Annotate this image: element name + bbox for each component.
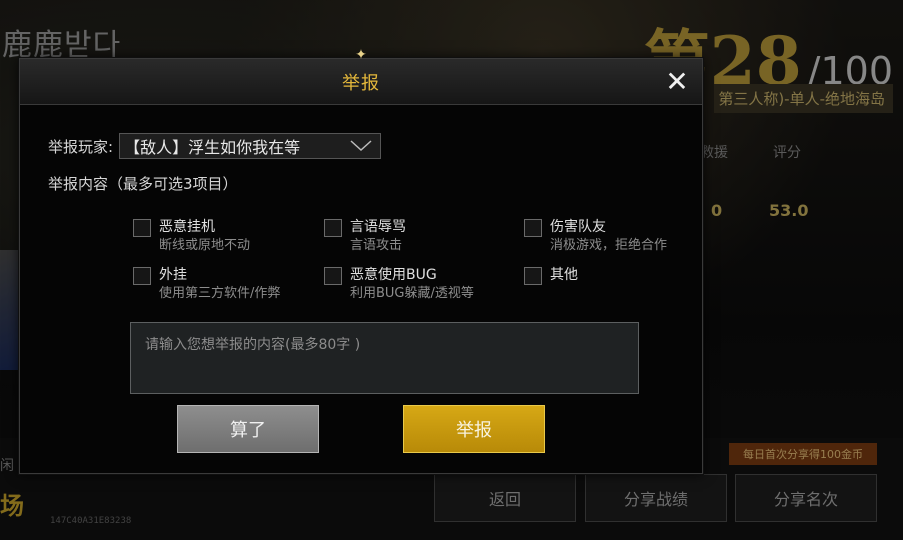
option-verbal-abuse[interactable]: 言语辱骂 言语攻击 — [324, 218, 406, 256]
player-label: 举报玩家: — [48, 137, 114, 156]
option-afk[interactable]: 恶意挂机 断线或原地不动 — [133, 218, 250, 256]
option-other[interactable]: 其他 — [524, 266, 578, 285]
player-select[interactable]: 【敌人】浮生如你我在等 — [119, 133, 382, 159]
option-title: 言语辱骂 — [350, 219, 406, 235]
option-subtitle: 利用BUG躲藏/透视等 — [350, 286, 474, 301]
report-dialog: ✦ 举报 ✕ 举报玩家: 【敌人】浮生如你我在等 举报内容（最多可选3项目） 恶… — [19, 47, 703, 474]
option-title: 其他 — [550, 267, 578, 283]
report-text-input[interactable] — [130, 322, 639, 394]
cancel-button[interactable]: 算了 — [177, 405, 319, 453]
option-subtitle: 消极游戏，拒绝合作 — [550, 238, 668, 253]
chevron-down-icon — [350, 140, 372, 152]
option-title: 外挂 — [159, 267, 187, 283]
option-title: 恶意使用BUG — [350, 267, 437, 283]
submit-report-button[interactable]: 举报 — [403, 405, 545, 453]
option-title: 恶意挂机 — [159, 219, 215, 235]
option-bug-abuse[interactable]: 恶意使用BUG 利用BUG躲藏/透视等 — [324, 266, 474, 304]
star-ornament-icon: ✦ — [355, 47, 367, 63]
option-cheat[interactable]: 外挂 使用第三方软件/作弊 — [133, 266, 280, 304]
option-title: 伤害队友 — [550, 219, 606, 235]
checkbox[interactable] — [524, 219, 542, 237]
checkbox[interactable] — [324, 219, 342, 237]
checkbox[interactable] — [524, 267, 542, 285]
dialog-title: 举报 — [342, 72, 380, 94]
checkbox[interactable] — [324, 267, 342, 285]
option-team-damage[interactable]: 伤害队友 消极游戏，拒绝合作 — [524, 218, 667, 256]
checkbox[interactable] — [133, 219, 151, 237]
option-subtitle: 断线或原地不动 — [159, 238, 251, 253]
option-subtitle: 使用第三方软件/作弊 — [159, 286, 281, 301]
checkbox[interactable] — [133, 267, 151, 285]
player-select-value: 【敌人】浮生如你我在等 — [124, 138, 301, 157]
close-icon[interactable]: ✕ — [660, 65, 694, 99]
dialog-header: ✦ 举报 ✕ — [20, 47, 702, 105]
option-subtitle: 言语攻击 — [350, 238, 403, 253]
player-row: 举报玩家: 【敌人】浮生如你我在等 — [48, 133, 382, 159]
content-label: 举报内容（最多可选3项目） — [48, 175, 238, 193]
